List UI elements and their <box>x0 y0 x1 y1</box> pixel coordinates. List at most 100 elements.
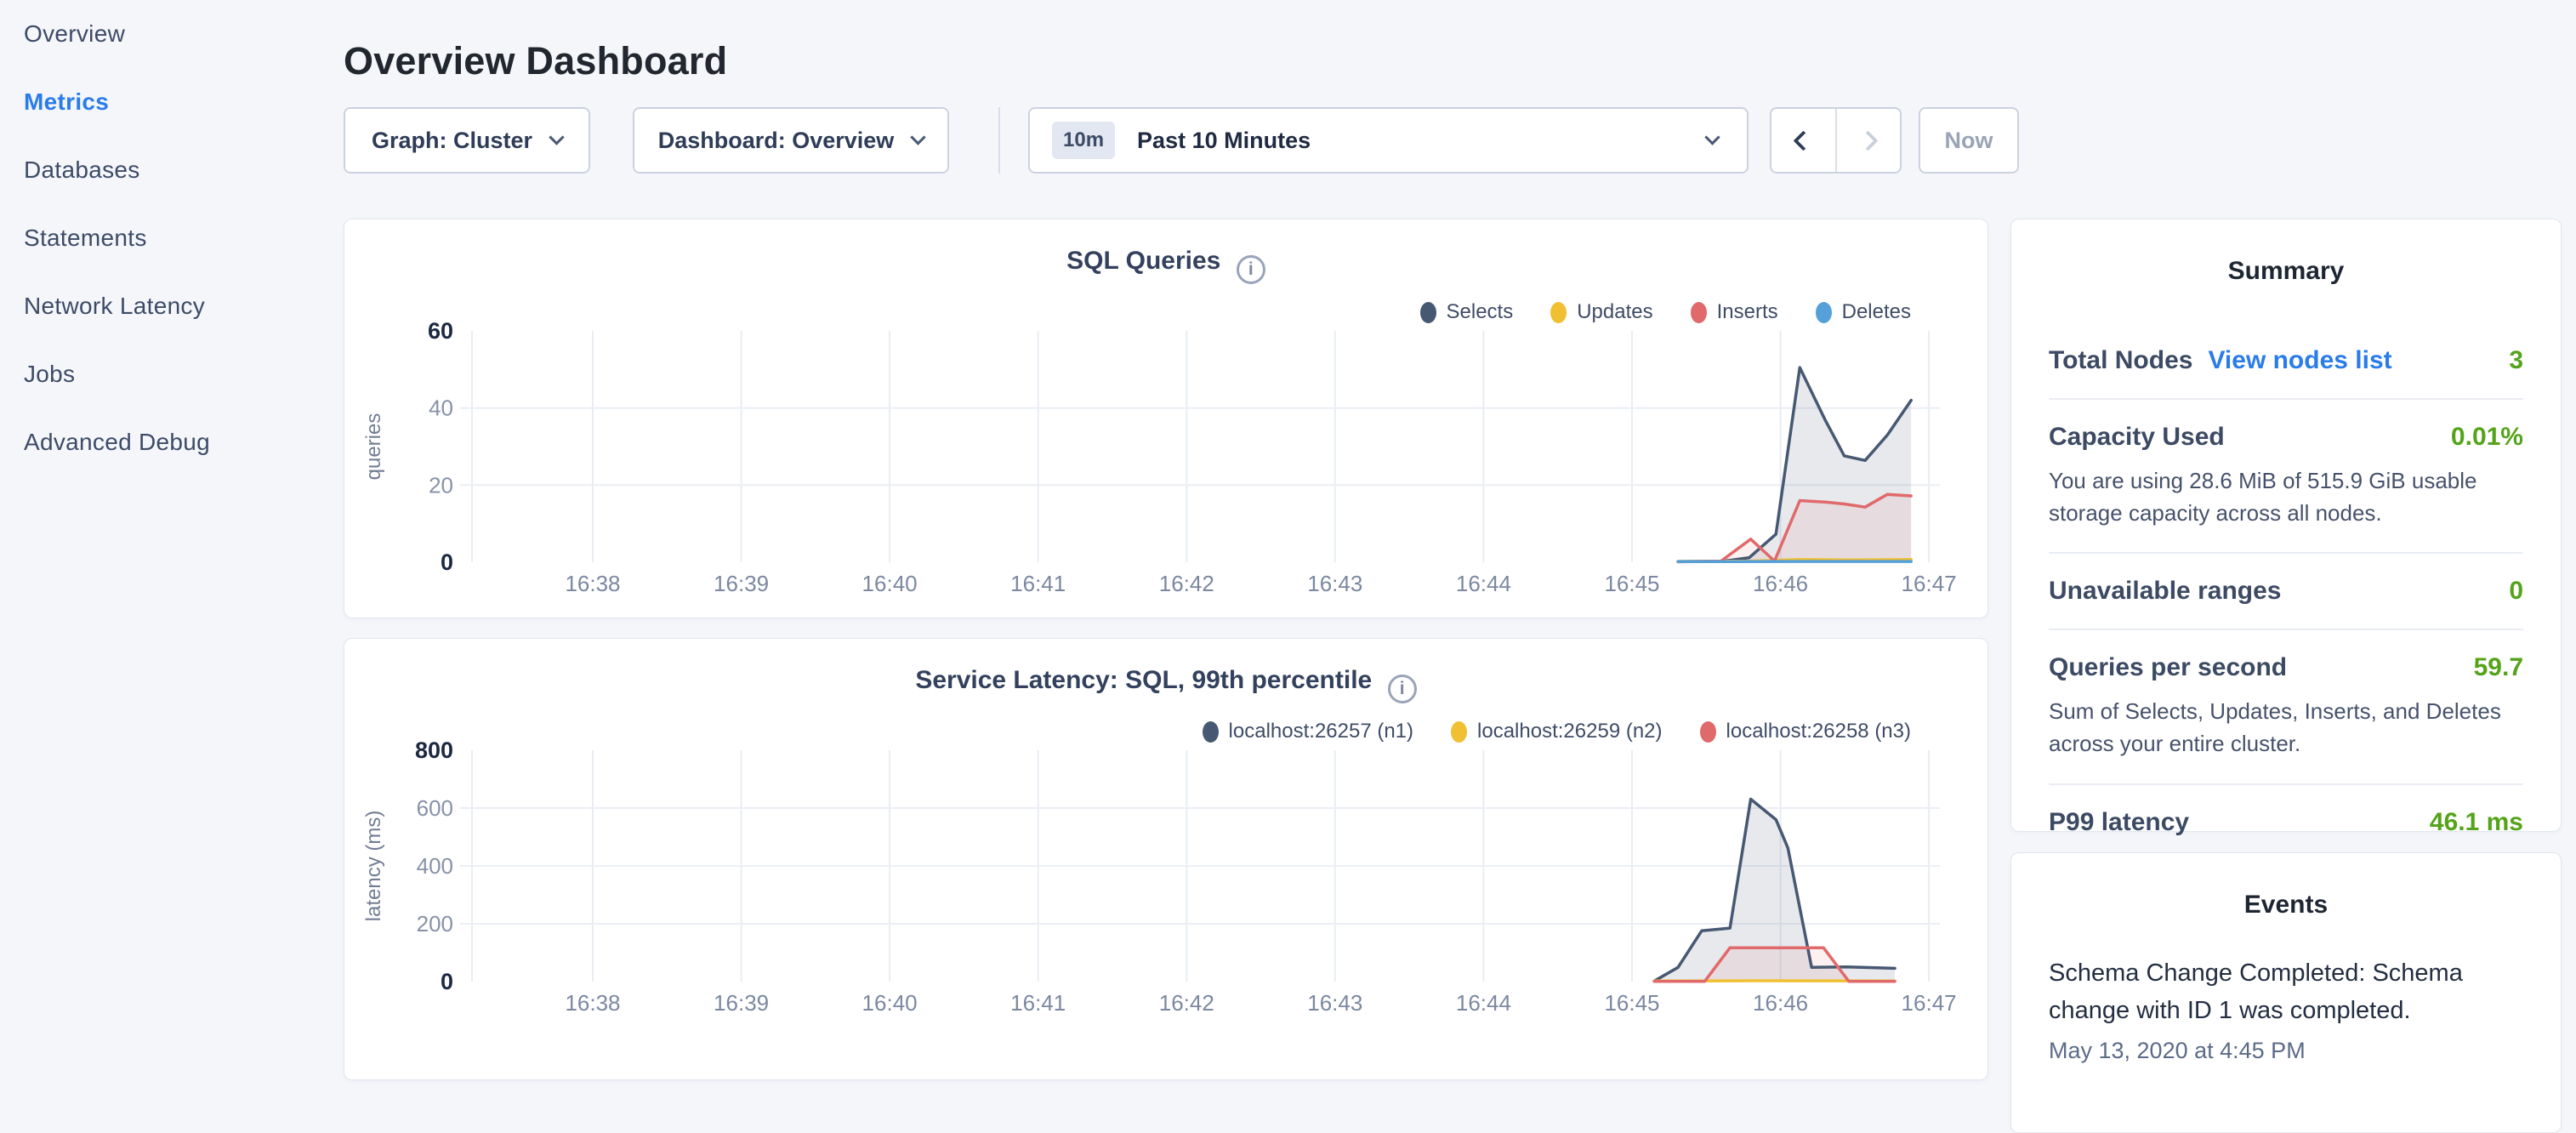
svg-text:16:45: 16:45 <box>1604 990 1659 1016</box>
chevron-left-icon <box>1793 130 1813 151</box>
svg-text:16:43: 16:43 <box>1307 990 1362 1016</box>
sql-queries-chart[interactable]: 16:3816:3916:4016:4116:4216:4316:4416:45… <box>344 322 1989 602</box>
event-text: Schema Change Completed: Schema change w… <box>2049 955 2523 1029</box>
legend-dot-icon <box>1203 721 1219 743</box>
summary-row-description: Sum of Selects, Updates, Inserts, and De… <box>2049 696 2523 760</box>
chart-header: SQL Queries i <box>344 247 1987 284</box>
summary-row-value: 0.01% <box>2451 423 2523 452</box>
svg-text:16:40: 16:40 <box>862 990 918 1016</box>
summary-row-description: You are using 28.6 MiB of 515.9 GiB usab… <box>2049 465 2523 529</box>
legend-item-inserts[interactable]: Inserts <box>1691 300 1778 324</box>
summary-row-label: Queries per second <box>2049 653 2287 682</box>
controls-bar: Graph: Cluster Dashboard: Overview 10m P… <box>344 107 2019 174</box>
legend-item-localhost-26258-n3[interactable]: localhost:26258 (n3) <box>1700 720 1911 743</box>
sql-queries-chart-card: SQL Queries i Selects Updates Inserts Delet… <box>344 219 1988 618</box>
svg-text:40: 40 <box>429 396 453 421</box>
events-list: Schema Change Completed: Schema change w… <box>2011 955 2561 1064</box>
chart-legend: Selects Updates Inserts Deletes <box>1420 300 1912 324</box>
summary-title: Summary <box>2011 257 2561 286</box>
legend-label: Selects <box>1447 300 1514 324</box>
legend-dot-icon <box>1420 302 1436 323</box>
svg-text:16:42: 16:42 <box>1159 571 1214 596</box>
graph-scope-dropdown-label: Graph: Cluster <box>372 128 532 154</box>
sidebar-item-overview[interactable]: Overview <box>24 20 344 48</box>
svg-text:16:44: 16:44 <box>1456 990 1511 1016</box>
sidebar-nav: Overview Metrics Databases Statements Networ… <box>0 0 344 1051</box>
svg-text:0: 0 <box>441 549 453 575</box>
events-title: Events <box>2011 891 2561 919</box>
summary-row-label: P99 latency <box>2049 808 2189 837</box>
legend-label: Updates <box>1577 300 1652 324</box>
summary-row-head: P99 latency 46.1 ms <box>2049 808 2523 837</box>
info-icon[interactable]: i <box>1388 675 1417 703</box>
service-latency-chart-card: Service Latency: SQL, 99th percentile i … <box>344 638 1988 1080</box>
page-title: Overview Dashboard <box>344 39 727 83</box>
time-shift-back-button[interactable] <box>1771 109 1837 172</box>
legend-label: localhost:26258 (n3) <box>1726 720 1911 743</box>
summary-row-value: 59.7 <box>2474 653 2523 682</box>
summary-row-total-nodes: Total NodesView nodes list3 <box>2049 323 2523 400</box>
summary-row-value: 46.1 ms <box>2430 808 2523 837</box>
summary-row-head: Unavailable ranges0 <box>2049 577 2523 606</box>
legend-dot-icon <box>1691 302 1707 323</box>
summary-row-head: Total NodesView nodes list3 <box>2049 346 2523 375</box>
legend-item-deletes[interactable]: Deletes <box>1816 300 1911 324</box>
sidebar-item-metrics[interactable]: Metrics <box>24 88 344 117</box>
svg-text:latency (ms): latency (ms) <box>362 811 385 922</box>
svg-text:200: 200 <box>417 911 453 937</box>
svg-text:queries: queries <box>362 413 385 481</box>
svg-text:800: 800 <box>415 741 453 763</box>
svg-text:16:41: 16:41 <box>1010 990 1066 1016</box>
chart-title: SQL Queries <box>1066 247 1220 275</box>
legend-dot-icon <box>1700 721 1716 743</box>
chevron-right-icon <box>1858 130 1879 151</box>
graph-scope-dropdown[interactable]: Graph: Cluster <box>344 107 590 174</box>
svg-text:16:47: 16:47 <box>1902 990 1957 1016</box>
chevron-down-icon <box>549 129 564 145</box>
time-range-dropdown[interactable]: 10m Past 10 Minutes <box>1028 107 1749 174</box>
legend-label: localhost:26257 (n1) <box>1229 720 1413 743</box>
svg-text:16:39: 16:39 <box>714 990 769 1016</box>
summary-row-head: Queries per second 59.7 <box>2049 653 2523 682</box>
legend-item-updates[interactable]: Updates <box>1550 300 1652 324</box>
time-range-label: Past 10 Minutes <box>1137 128 1311 154</box>
legend-item-selects[interactable]: Selects <box>1420 300 1514 324</box>
svg-text:16:47: 16:47 <box>1902 571 1957 596</box>
sidebar-item-network-latency[interactable]: Network Latency <box>24 292 344 321</box>
view-nodes-link[interactable]: View nodes list <box>2208 346 2391 375</box>
legend-label: Deletes <box>1842 300 1911 324</box>
svg-text:16:38: 16:38 <box>565 990 620 1016</box>
sidebar-item-advanced-debug[interactable]: Advanced Debug <box>24 428 344 457</box>
summary-row-p99-latency: P99 latency 46.1 ms <box>2049 785 2523 860</box>
now-button[interactable]: Now <box>1919 107 2019 174</box>
time-shift-forward-button[interactable] <box>1837 109 1901 172</box>
summary-panel: Summary Total NodesView nodes list3Capac… <box>2010 219 2562 832</box>
events-panel: Events Schema Change Completed: Schema c… <box>2010 852 2562 1133</box>
info-icon[interactable]: i <box>1237 255 1265 284</box>
legend-dot-icon <box>1451 721 1467 743</box>
event-item[interactable]: Schema Change Completed: Schema change w… <box>2049 955 2523 1064</box>
sidebar-nav-list: Overview Metrics Databases Statements Networ… <box>24 20 344 457</box>
sidebar-item-databases[interactable]: Databases <box>24 156 344 185</box>
svg-text:20: 20 <box>429 472 453 498</box>
summary-row-unavailable-ranges: Unavailable ranges0 <box>2049 554 2523 630</box>
controls-divider <box>998 107 1000 174</box>
svg-text:16:46: 16:46 <box>1753 990 1808 1016</box>
sidebar-item-jobs[interactable]: Jobs <box>24 360 344 389</box>
svg-text:16:38: 16:38 <box>565 571 620 596</box>
legend-item-localhost-26259-n2[interactable]: localhost:26259 (n2) <box>1451 720 1662 743</box>
legend-item-localhost-26257-n1[interactable]: localhost:26257 (n1) <box>1203 720 1413 743</box>
summary-row-label: Unavailable ranges <box>2049 577 2281 606</box>
dashboard-dropdown[interactable]: Dashboard: Overview <box>633 107 949 174</box>
summary-row-label: Capacity Used <box>2049 423 2225 452</box>
summary-rows: Total NodesView nodes list3Capacity Used… <box>2049 323 2523 860</box>
svg-text:16:45: 16:45 <box>1604 571 1659 596</box>
summary-row-label: Total Nodes <box>2049 346 2192 375</box>
svg-text:16:41: 16:41 <box>1010 571 1066 596</box>
summary-row-capacity-used: Capacity Used 0.01% You are using 28.6 MiB… <box>2049 400 2523 554</box>
legend-label: Inserts <box>1717 300 1778 324</box>
service-latency-chart[interactable]: 16:3816:3916:4016:4116:4216:4316:4416:45… <box>344 741 1989 1022</box>
chart-legend: localhost:26257 (n1) localhost:26259 (n2)… <box>1203 720 1911 743</box>
sidebar-item-statements[interactable]: Statements <box>24 224 344 253</box>
svg-text:16:44: 16:44 <box>1456 571 1511 596</box>
